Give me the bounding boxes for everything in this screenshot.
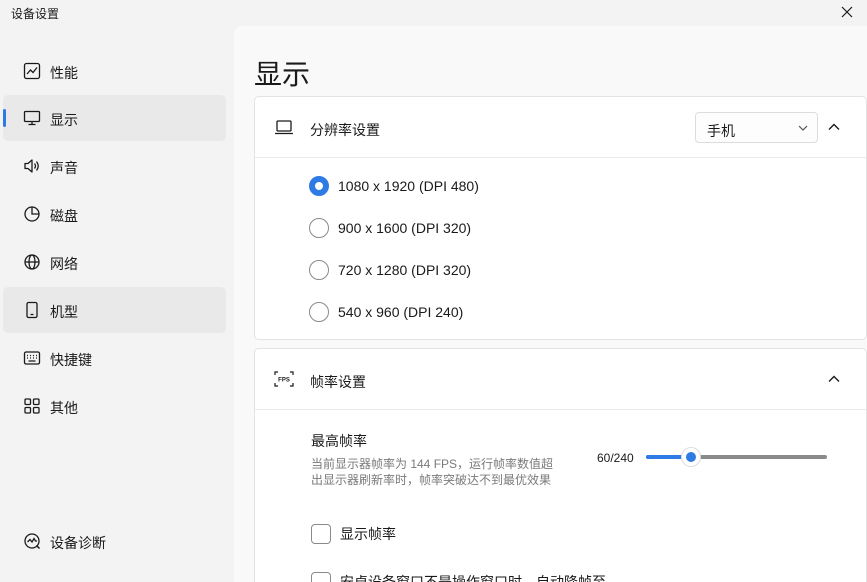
framerate-card-title: 帧率设置 [310,374,366,390]
radio-button[interactable] [309,176,329,196]
sidebar-item-shortcuts[interactable]: 快捷键 [3,335,226,381]
sidebar-item-model[interactable]: 机型 [3,287,226,333]
main-content: 显示 分辨率设置 手机 1080 x 1920 (DPI 480) 900 x … [234,26,867,582]
title-bar: 设备设置 [0,0,867,26]
chevron-up-icon [828,123,840,130]
laptop-icon [273,117,295,137]
performance-chart-icon [22,62,42,80]
max-fps-value: 60/240 [597,451,634,465]
keyboard-icon [22,349,42,367]
sidebar-item-diagnostics[interactable]: 设备诊断 [3,518,226,564]
sidebar: 性能 显示 声音 磁盘 网络 机型 快捷键 其他 设备诊断 [0,26,234,582]
sidebar-item-label: 机型 [50,304,78,320]
sidebar-item-label: 性能 [50,65,78,81]
show-fps-label: 显示帧率 [340,526,396,542]
auto-reduce-fps-checkbox[interactable] [311,572,331,582]
sidebar-item-disk[interactable]: 磁盘 [3,191,226,237]
sidebar-item-label: 网络 [50,256,78,272]
resolution-option-label: 900 x 1600 (DPI 320) [338,220,472,236]
show-fps-checkbox[interactable] [311,524,331,544]
max-fps-description: 当前显示器帧率为 144 FPS，运行帧率数值超出显示器刷新率时，帧率突破达不到… [311,457,554,487]
sidebar-item-other[interactable]: 其他 [3,383,226,429]
close-button[interactable] [833,1,861,23]
speaker-icon [22,157,42,175]
resolution-option-label: 540 x 960 (DPI 240) [338,304,464,320]
framerate-card: FPS 帧率设置 最高帧率 当前显示器帧率为 144 FPS，运行帧率数值超出显… [254,348,867,582]
globe-icon [22,253,42,271]
chevron-up-icon [828,375,840,382]
resolution-option-720[interactable]: 720 x 1280 (DPI 320) [309,258,471,282]
diagnostics-icon [22,532,42,550]
resolution-option-1080[interactable]: 1080 x 1920 (DPI 480) [309,174,479,198]
max-fps-slider[interactable] [646,447,827,467]
resolution-collapse-button[interactable] [820,113,848,141]
close-icon [841,6,853,18]
sidebar-item-label: 磁盘 [50,208,78,224]
chevron-down-icon [798,125,808,131]
slider-thumb[interactable] [682,448,701,466]
sidebar-item-label: 快捷键 [50,352,92,368]
grid-icon [22,397,42,415]
framerate-collapse-button[interactable] [820,365,848,393]
resolution-card-header: 分辨率设置 手机 [255,97,866,158]
fps-icon: FPS [273,369,295,389]
resolution-card-title: 分辨率设置 [310,122,380,138]
device-type-select-value: 手机 [707,123,735,139]
show-fps-option[interactable]: 显示帧率 [311,523,396,545]
radio-button[interactable] [309,260,329,280]
resolution-option-900[interactable]: 900 x 1600 (DPI 320) [309,216,471,240]
resolution-option-540[interactable]: 540 x 960 (DPI 240) [309,300,463,324]
radio-button[interactable] [309,302,329,322]
window-title: 设备设置 [11,7,60,21]
sidebar-item-network[interactable]: 网络 [3,239,226,285]
phone-icon [22,301,42,319]
page-title: 显示 [254,59,311,90]
radio-button[interactable] [309,218,329,238]
auto-reduce-fps-label: 安卓设备窗口不是操作窗口时，自动降帧至 [340,574,606,582]
active-indicator [3,109,6,127]
sidebar-item-sound[interactable]: 声音 [3,143,226,189]
sidebar-item-label: 显示 [50,112,78,128]
resolution-option-label: 720 x 1280 (DPI 320) [338,262,472,278]
sidebar-item-label: 声音 [50,160,78,176]
monitor-icon [22,109,42,127]
pie-chart-icon [22,205,42,223]
sidebar-item-label: 其他 [50,400,78,416]
sidebar-item-label: 设备诊断 [50,535,106,551]
device-type-select[interactable]: 手机 [695,112,818,143]
max-fps-label: 最高帧率 [311,433,367,449]
resolution-card: 分辨率设置 手机 1080 x 1920 (DPI 480) 900 x 160… [254,96,867,340]
sidebar-item-display[interactable]: 显示 [3,95,226,141]
framerate-card-header: FPS 帧率设置 [255,349,866,410]
sidebar-item-performance[interactable]: 性能 [3,48,226,94]
fps-icon-text: FPS [278,378,290,384]
auto-reduce-fps-option[interactable]: 安卓设备窗口不是操作窗口时，自动降帧至 [311,571,606,582]
resolution-option-label: 1080 x 1920 (DPI 480) [338,178,479,194]
